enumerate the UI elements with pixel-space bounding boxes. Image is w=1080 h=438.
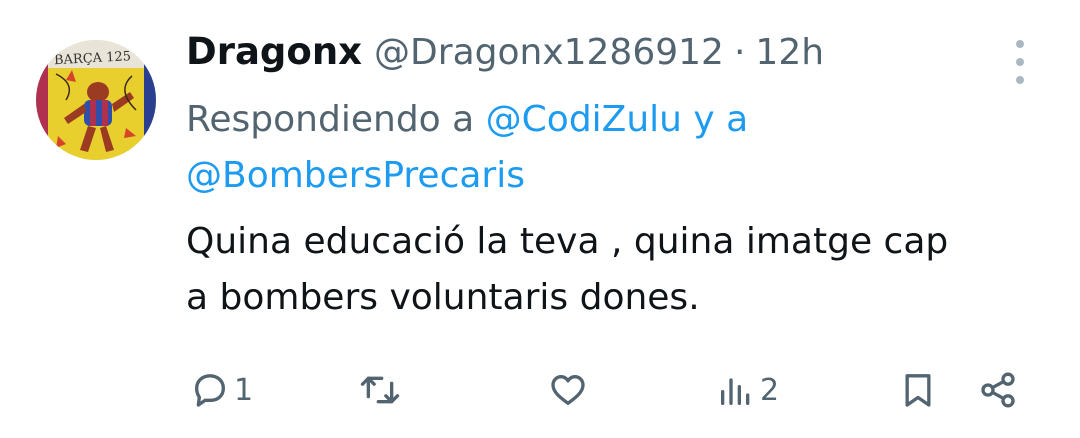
- more-dot: [1016, 76, 1024, 84]
- mention-bomberprecaris[interactable]: @BombersPrecaris: [186, 155, 525, 196]
- like-icon: [551, 375, 585, 405]
- bookmark-button[interactable]: [898, 368, 938, 412]
- mention-joiner[interactable]: y a: [693, 99, 748, 140]
- mention-link[interactable]: @CodiZulu y a: [486, 99, 749, 140]
- more-dot: [1016, 58, 1024, 66]
- tweet[interactable]: BARÇA 125 Dragonx @Dragonx1286912 · 12h …: [0, 0, 1080, 438]
- share-button[interactable]: [978, 368, 1018, 412]
- retweet-button[interactable]: [358, 368, 406, 412]
- action-bar: 1 2: [186, 368, 1046, 412]
- more-dot: [1016, 40, 1024, 48]
- retweet-icon: [360, 376, 400, 404]
- replying-to-label: Respondiendo a: [186, 99, 475, 140]
- author-name[interactable]: Dragonx: [186, 30, 362, 73]
- author-handle[interactable]: @Dragonx1286912: [374, 32, 724, 73]
- separator-dot: ·: [733, 32, 746, 73]
- like-button[interactable]: [548, 368, 592, 412]
- views-icon: [721, 378, 750, 405]
- views-button[interactable]: 2: [716, 368, 779, 412]
- views-count: 2: [760, 372, 780, 408]
- tweet-header: Dragonx @Dragonx1286912 · 12h: [186, 30, 1046, 86]
- avatar-image: BARÇA 125: [36, 40, 156, 160]
- share-icon: [981, 372, 1015, 408]
- more-options-icon[interactable]: [1010, 40, 1030, 84]
- avatar[interactable]: BARÇA 125: [36, 40, 156, 160]
- mention-codizulu[interactable]: @CodiZulu: [486, 99, 682, 140]
- reply-button[interactable]: 1: [190, 368, 253, 412]
- tweet-text-line-2: a bombers voluntaris dones.: [186, 277, 700, 318]
- bookmark-icon: [905, 374, 931, 407]
- reply-count: 1: [234, 372, 254, 408]
- tweet-body: Dragonx @Dragonx1286912 · 12h Respondien…: [186, 30, 1046, 326]
- tweet-text: Quina educació la teva , quina imatge ca…: [186, 214, 1046, 326]
- replying-to: Respondiendo a @CodiZulu y a @BombersPre…: [186, 92, 1046, 204]
- timestamp[interactable]: 12h: [755, 32, 824, 73]
- tweet-text-line-1: Quina educació la teva , quina imatge ca…: [186, 221, 949, 262]
- reply-icon: [195, 374, 225, 407]
